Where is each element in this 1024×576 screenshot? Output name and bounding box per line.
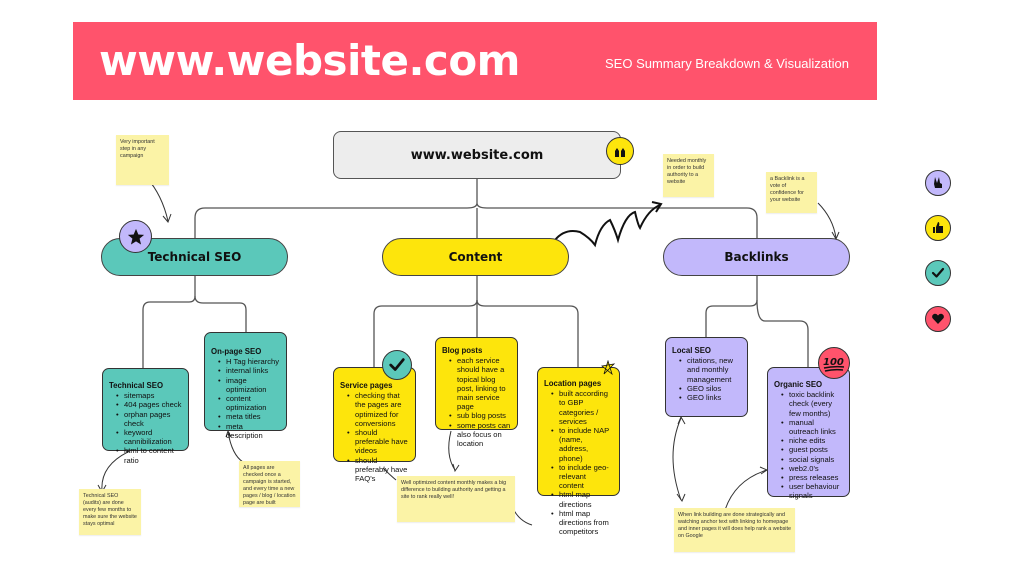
- list-item: content optimization: [218, 394, 280, 412]
- note-needed-monthly: Needed monthly in order to build authori…: [663, 154, 714, 197]
- card-onpage-seo[interactable]: On-page SEO H Tag hierarchy internal lin…: [204, 332, 287, 440]
- card-technical-seo[interactable]: Technical SEO sitemaps 404 pages check o…: [102, 368, 189, 465]
- list-item: H Tag hierarchy: [218, 357, 280, 366]
- root-label: www.website.com: [410, 147, 544, 163]
- branch-content[interactable]: Content: [382, 238, 569, 276]
- card-title: Organic SEO: [774, 380, 823, 389]
- list-item: citations, new and monthly management: [679, 356, 741, 384]
- note-pages-checked: All pages are checked once a campaign is…: [239, 461, 300, 507]
- list-item: manual outreach links: [781, 418, 843, 436]
- connector-onpage-seo: [194, 295, 247, 333]
- card-title: Service pages: [340, 381, 393, 390]
- list-item: press releases: [781, 473, 843, 482]
- raised-hands-icon: [606, 137, 634, 165]
- sparkle-icon: [600, 359, 616, 376]
- list-item: GEO links: [679, 393, 741, 402]
- card-location-pages[interactable]: Location pages built according to GBP ca…: [537, 367, 620, 536]
- list-item: to include NAP (name, address, phone): [551, 426, 613, 463]
- victory-hand-icon[interactable]: [925, 170, 951, 196]
- connector-top-branches: [194, 202, 758, 238]
- card-service-pages[interactable]: Service pages checking that the pages ar…: [333, 367, 416, 483]
- note-well-optimized: Well optimized content monthly makes a b…: [397, 476, 515, 522]
- list-item: orphan pages check: [116, 410, 182, 428]
- note-link-building: When link building are done strategicall…: [674, 508, 795, 552]
- card-title: Blog posts: [442, 346, 483, 355]
- squiggle-arrow: [554, 204, 661, 248]
- branch-technical-label: Technical SEO: [147, 250, 242, 264]
- list-item: meta description: [218, 422, 280, 440]
- checkmark-icon[interactable]: [925, 260, 951, 286]
- card-title: Local SEO: [672, 346, 711, 355]
- list-item: keyword cannibilization: [116, 428, 182, 446]
- arrow-backlink-vote: [817, 202, 837, 239]
- list-item: checking that the pages are optimized fo…: [347, 391, 409, 428]
- list-item: should preferable have videos: [347, 428, 409, 456]
- list-item: sitemaps: [116, 391, 182, 400]
- card-title: On-page SEO: [211, 347, 262, 356]
- list-item: GEO silos: [679, 384, 741, 393]
- branch-backlinks[interactable]: Backlinks: [663, 238, 850, 276]
- list-item: each service should have a topical blog …: [449, 356, 511, 411]
- arrow-link-building-organic: [724, 469, 768, 511]
- card-local-seo[interactable]: Local SEO citations, new and monthly man…: [665, 337, 748, 417]
- connector-technical-seo: [142, 276, 196, 369]
- hundred-points-icon: 100: [818, 347, 850, 379]
- list-item: to include geo-relevant content: [551, 463, 613, 491]
- list-item: 404 pages check: [116, 400, 182, 409]
- branch-content-label: Content: [448, 250, 503, 264]
- list-item: internal links: [218, 366, 280, 375]
- list-item: html map directions: [551, 490, 613, 508]
- checkmark-icon: [382, 350, 412, 380]
- thumbs-up-icon[interactable]: [925, 215, 951, 241]
- note-backlink-vote: a Backlink is a vote of confidence for y…: [766, 172, 817, 213]
- list-item: guest posts: [781, 445, 843, 454]
- list-item: meta titles: [218, 412, 280, 421]
- list-item: sub blog posts: [449, 411, 511, 420]
- connector-organic-seo: [756, 299, 809, 372]
- list-item: user behaviour signals: [781, 482, 843, 500]
- card-title: Location pages: [544, 379, 602, 388]
- branch-backlinks-label: Backlinks: [724, 250, 789, 264]
- list-item: toxic backlink check (every few months): [781, 390, 843, 418]
- list-item: image optimization: [218, 376, 280, 394]
- list-item: html to content ratio: [116, 446, 182, 464]
- star-icon: [119, 220, 152, 253]
- list-item: social signals: [781, 455, 843, 464]
- list-item: built according to GBP categories / serv…: [551, 389, 613, 426]
- card-organic-seo[interactable]: Organic SEO toxic backlink check (every …: [767, 367, 850, 500]
- root-node[interactable]: www.website.com: [333, 131, 621, 179]
- card-title: Technical SEO: [109, 381, 164, 390]
- list-item: niche edits: [781, 436, 843, 445]
- note-important-step: Very important step in any campaign: [116, 135, 169, 185]
- connector-local-seo: [705, 276, 758, 338]
- card-blog-posts[interactable]: Blog posts each service should have a to…: [435, 337, 518, 448]
- note-technical-audits: Technical SEO (audits) are done every fe…: [79, 489, 141, 535]
- list-item: web2.0's: [781, 464, 843, 473]
- arrow-link-building-local: [672, 417, 682, 501]
- list-item: html map directions from competitors: [551, 509, 613, 537]
- heart-icon[interactable]: [925, 306, 951, 332]
- list-item: some posts can also focus on location: [449, 421, 511, 449]
